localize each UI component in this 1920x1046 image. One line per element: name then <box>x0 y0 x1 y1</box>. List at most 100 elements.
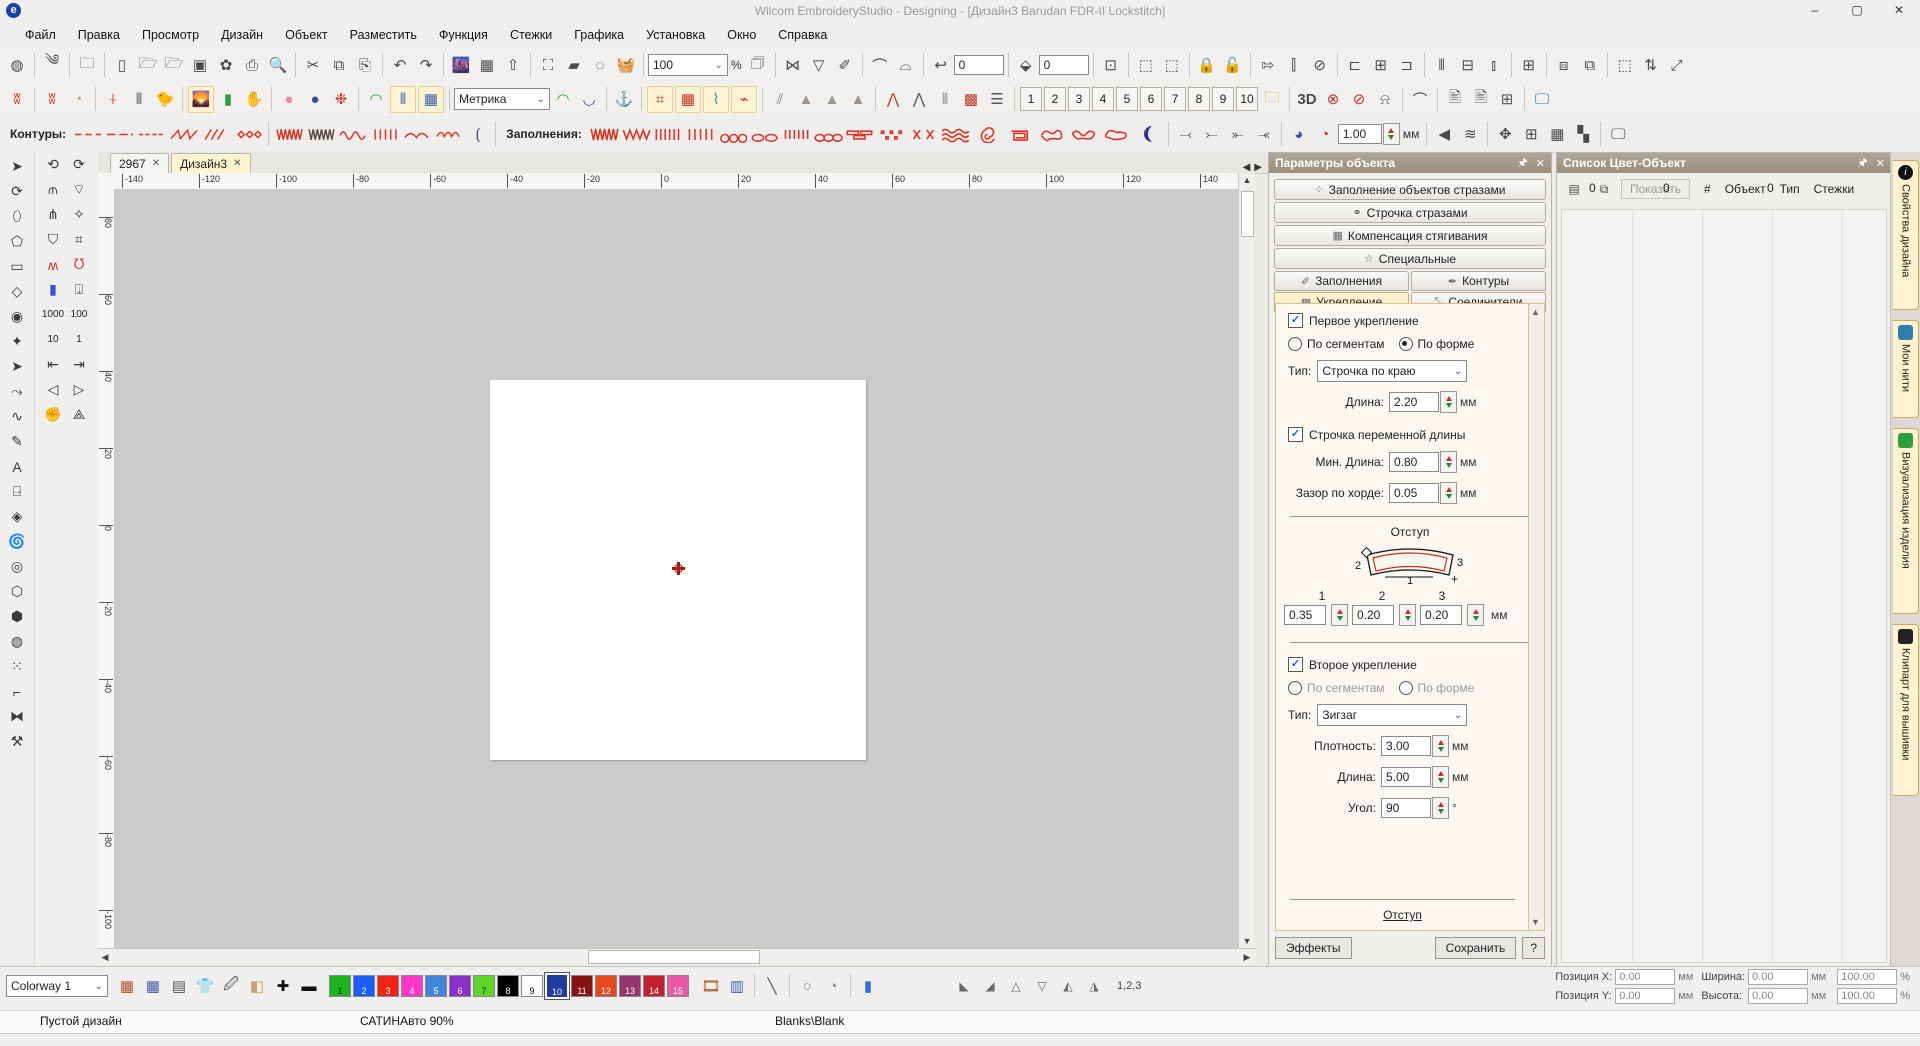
eye-view-tool[interactable]: ◉ <box>4 304 30 329</box>
fist-tool[interactable]: ✊ <box>40 402 66 427</box>
minimize-button[interactable]: – <box>1794 0 1836 22</box>
scroll-up-icon[interactable]: ▲ <box>1240 175 1254 185</box>
freehand-tool[interactable]: ⤳ <box>4 379 30 404</box>
document-tab-2967[interactable]: 2967✕ <box>110 153 169 173</box>
undo-icon[interactable]: ↶ <box>388 53 412 78</box>
wrench-tool[interactable]: ⚒ <box>4 729 30 754</box>
density-spinner[interactable] <box>1432 735 1449 757</box>
triangle3-icon[interactable]: ▲ <box>846 87 870 112</box>
wilcom-tool-icon[interactable]: ◍ <box>5 53 29 78</box>
green-block-icon[interactable]: ▮ <box>216 87 240 112</box>
hand-icon[interactable]: ✋ <box>242 87 266 112</box>
fill-pattern-waves3[interactable] <box>941 121 971 147</box>
menu-Функция[interactable]: Функция <box>428 28 499 42</box>
tab-scroll-right-icon[interactable]: ▶ <box>1254 162 1262 173</box>
color-red-icon[interactable]: ◔ <box>1313 122 1337 147</box>
play-left-icon[interactable]: ◀ <box>1432 122 1456 147</box>
knife-icon[interactable]: ⊘ <box>1347 87 1371 112</box>
color-swatch-15[interactable]: 15 <box>667 975 689 997</box>
color-swatch-11[interactable]: 11 <box>571 975 593 997</box>
palette-icon[interactable]: ▦ <box>115 974 139 999</box>
palette2-icon[interactable]: ▦ <box>141 974 165 999</box>
folder-small-icon[interactable]: 🗀 <box>1260 87 1284 112</box>
mirror-lr-tool[interactable]: ⧓ <box>4 704 30 729</box>
picture-icon[interactable]: 🌄 <box>188 86 214 113</box>
tab-scroll-left-icon[interactable]: ◀ <box>1243 162 1251 173</box>
grid-b-tool[interactable]: ⌗ <box>66 227 92 252</box>
length1-input[interactable]: 2.20 <box>1389 392 1439 412</box>
needle-7-button[interactable]: 7 <box>1164 87 1186 111</box>
pointer-add-icon[interactable]: ⇰ <box>1256 53 1280 78</box>
section-Компенсация стягивания[interactable]: ▦Компенсация стягивания <box>1274 225 1546 246</box>
export-artwork-icon[interactable]: ⇧ <box>501 53 525 78</box>
ruler-icon[interactable]: ⌒ <box>1408 87 1432 112</box>
dots-tool[interactable]: ⁙ <box>4 654 30 679</box>
fill-pattern-cols2[interactable] <box>781 121 811 147</box>
back-arrow-icon[interactable]: ↩ <box>929 53 953 78</box>
menu-Графика[interactable]: Графика <box>563 28 635 42</box>
eraser-icon[interactable]: ⊘ <box>1308 53 1332 78</box>
lettering-tool[interactable]: A <box>4 454 30 479</box>
checker-icon[interactable]: ▚ <box>1571 122 1595 147</box>
pull-comp-input[interactable]: 1.00 <box>1338 124 1382 144</box>
panel-scroll-down-icon[interactable]: ▼ <box>1531 917 1540 927</box>
columns-blue-icon[interactable]: ⫴ <box>390 86 416 113</box>
step-tool[interactable]: ⌐ <box>4 679 30 704</box>
close-button[interactable]: ✕ <box>1878 0 1920 22</box>
needle-6-button[interactable]: 6 <box>1140 87 1162 111</box>
swirl-tool[interactable]: 🌀 <box>4 529 30 554</box>
hoop-pink-icon[interactable]: ▰ <box>562 53 586 78</box>
margin-3-spinner[interactable] <box>1467 604 1484 626</box>
ruler-grid-icon[interactable]: ▦ <box>418 86 444 113</box>
outline-pattern-dash3[interactable] <box>137 121 167 147</box>
end-tool[interactable]: ⇥ <box>66 352 92 377</box>
redo-icon[interactable]: ↷ <box>414 53 438 78</box>
tri-tool[interactable]: ⟁ <box>66 402 92 427</box>
select-nodes-icon[interactable]: ⬚ <box>1160 53 1184 78</box>
remove-overlap-icon[interactable]: ⊗ <box>1321 87 1345 112</box>
stitch-10[interactable]: 10 <box>40 327 66 352</box>
crescent-icon[interactable] <box>1133 121 1163 147</box>
variable-run-checkbox[interactable]: ✓ <box>1288 427 1303 442</box>
closest-join-icon[interactable]: ⤜ <box>1226 122 1250 147</box>
sheet-pencil-icon[interactable]: 🖹 <box>1443 87 1467 112</box>
zigzag-red-icon[interactable]: ⌁ <box>731 86 757 113</box>
star-b-tool[interactable]: ✧ <box>66 202 92 227</box>
sheet-pencil2-icon[interactable]: 🖹 <box>1469 87 1493 112</box>
pin-tool[interactable]: ⍗ <box>66 277 92 302</box>
underlay1-type-select[interactable]: Строчка по краю ⌄ <box>1317 360 1467 382</box>
spool-blue-icon[interactable]: ▮ <box>856 974 880 999</box>
stitch-pen-icon[interactable]: ⍭ <box>101 87 125 112</box>
funnel-icon[interactable]: ▽ <box>807 53 831 78</box>
save-design-icon[interactable]: ▣ <box>188 53 212 78</box>
menu-Дизайн[interactable]: Дизайн <box>210 28 274 42</box>
branch1-icon[interactable]: ⤙ <box>1174 122 1198 147</box>
select-box-icon[interactable]: ⬚ <box>1134 53 1158 78</box>
paste-icon[interactable]: ⎘ <box>353 53 377 78</box>
arrow-l-tool[interactable]: ◁ <box>40 377 66 402</box>
color-blue-icon[interactable]: ◕ <box>1287 122 1311 147</box>
color-swatch-14[interactable]: 14 <box>643 975 665 997</box>
vertical-scroll-thumb[interactable] <box>1241 191 1254 237</box>
pull-comp-spinner[interactable] <box>1383 123 1400 145</box>
fill-pattern-satin2[interactable] <box>621 121 651 147</box>
menu-Правка[interactable]: Правка <box>67 28 131 42</box>
bitmap-icon[interactable]: ▦ <box>475 53 499 78</box>
needle-8-button[interactable]: 8 <box>1188 87 1210 111</box>
first-underlay-checkbox[interactable]: ✓ <box>1288 313 1303 328</box>
move-box-icon[interactable]: ⤢ <box>1665 53 1689 78</box>
section-Строчка стразами[interactable]: ⚭Строчка стразами <box>1274 202 1546 223</box>
menu-Разместить[interactable]: Разместить <box>339 28 428 42</box>
color-swatch-13[interactable]: 13 <box>619 975 641 997</box>
pen-tool[interactable]: ✎ <box>4 429 30 454</box>
lasso-pen2-icon[interactable]: ⌓ <box>894 53 918 78</box>
length2-spinner[interactable] <box>1432 766 1449 788</box>
length2-input[interactable]: 5.00 <box>1381 767 1431 787</box>
down-object-icon[interactable]: ▽ <box>1030 974 1054 999</box>
zoom-list-icon[interactable]: 🗇 <box>746 53 770 78</box>
angle-input[interactable]: 90 <box>1381 798 1431 818</box>
grid-big-icon[interactable]: ⊞ <box>1519 122 1543 147</box>
spike2-icon[interactable]: ⋀ <box>907 87 931 112</box>
tab-Заполнения[interactable]: ✐Заполнения <box>1274 271 1409 291</box>
redo-count-input[interactable]: 0 <box>1039 55 1089 75</box>
